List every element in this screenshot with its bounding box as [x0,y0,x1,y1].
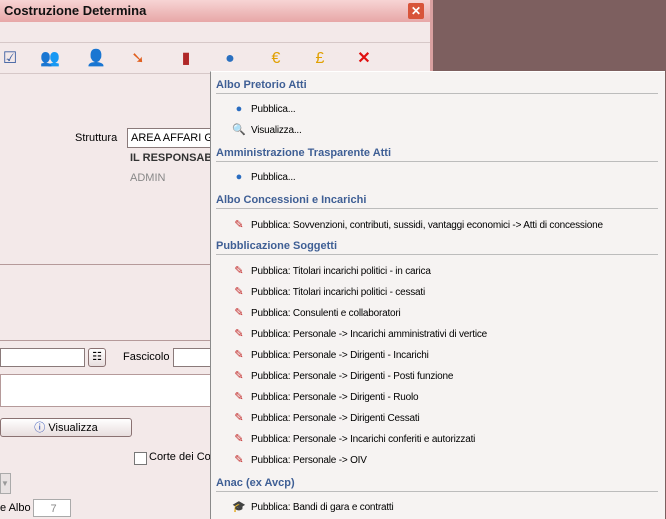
corte-label: Corte dei Co [149,451,211,463]
item-label: Pubblica: Personale -> Incarichi conferi… [251,434,476,445]
fascicolo-field[interactable] [173,348,213,367]
menu-item-soggetti[interactable]: ✎ Pubblica: Consulenti e collaboratori [231,304,401,322]
edit-icon: ✎ [234,265,244,277]
section-header: Amministrazione Trasparente Atti [216,147,658,162]
menu-item-soggetti[interactable]: ✎ Pubblica: Personale -> Dirigenti Cessat… [231,409,419,427]
pound-coin-icon[interactable]: £ [310,49,330,69]
edit-icon: ✎ [234,454,244,466]
item-label: Pubblica... [251,104,296,115]
item-label: Pubblica: Personale -> OIV [251,455,367,466]
item-label: Pubblica: Personale -> Dirigenti - Posti… [251,371,454,382]
publish-icon: ● [235,171,243,183]
edit-icon: ✎ [234,349,244,361]
graduation-cap-icon: 🎓 [232,501,246,513]
albo-field[interactable]: 7 [33,499,71,517]
edit-icon: ✎ [234,328,244,340]
edit-icon: ✎ [234,370,244,382]
menu-item-soggetti[interactable]: ✎ Pubblica: Personale -> Dirigenti - Post… [231,367,453,385]
menu-item-soggetti[interactable]: ✎ Pubblica: Personale -> Incarichi ammini… [231,325,487,343]
edit-icon: ✎ [234,286,244,298]
edit-icon: ✎ [234,307,244,319]
publish-icon[interactable]: ● [220,49,240,69]
edit-icon: ✎ [234,219,244,231]
item-label: Pubblica: Personale -> Dirigenti - Ruolo [251,392,419,403]
document-arrow-icon[interactable]: ➘ [128,49,148,69]
edit-icon: ✎ [234,391,244,403]
fascicolo-label: Fascicolo [123,351,170,363]
classification-field[interactable] [0,348,85,367]
item-label: Visualizza... [251,125,302,136]
menu-item-soggetti[interactable]: ✎ Pubblica: Personale -> OIV [231,451,367,469]
menu-item-anac[interactable]: 🎓 Pubblica: Bandi di gara e contratti [231,498,394,516]
item-label: Pubblica: Titolari incarichi politici - … [251,266,431,277]
section-header: Albo Concessioni e Incarichi [216,194,658,209]
section-header: Pubblicazione Soggetti [216,240,658,255]
visualizza-label: Visualizza [48,422,98,434]
publish-dropdown-menu: Albo Pretorio Atti ● Pubblica... 🔍 Visuali… [210,71,665,519]
close-button[interactable]: ✕ [408,3,424,19]
menu-item-soggetti[interactable]: ✎ Pubblica: Personale -> Dirigenti - Inca… [231,346,429,364]
item-label: Pubblica: Personale -> Dirigenti - Incar… [251,350,429,361]
edit-icon: ✎ [234,412,244,424]
menu-item-albo-visualizza[interactable]: 🔍 Visualizza... [231,121,302,139]
item-label: Pubblica: Personale -> Dirigenti Cessati [251,413,420,424]
publish-icon: ● [235,103,243,115]
item-label: Pubblica... [251,172,296,183]
dropdown-arrow-icon[interactable]: ▼ [0,473,11,494]
item-label: Pubblica: Consulenti e collaboratori [251,308,401,319]
menu-item-soggetti[interactable]: ✎ Pubblica: Personale -> Dirigenti - Ruol… [231,388,418,406]
menu-item-soggetti[interactable]: ✎ Pubblica: Titolari incarichi politici -… [231,262,431,280]
corte-checkbox[interactable] [134,452,147,465]
albo-label: e Albo [0,502,31,514]
toolbar: ☑ 👥 👤 ➘ ▮ ● € £ ✕ [0,43,430,74]
admin-label: ADMIN [130,172,166,184]
view-icon: 🔍 [232,124,246,136]
section-header: Anac (ex Avcp) [216,477,658,492]
menu-item-soggetti[interactable]: ✎ Pubblica: Personale -> Incarichi confer… [231,430,475,448]
section-header: Albo Pretorio Atti [216,79,658,94]
euro-coin-icon[interactable]: € [266,49,286,69]
item-label: Pubblica: Sovvenzioni, contributi, sussi… [251,220,603,231]
struttura-label: Struttura [75,132,118,144]
menu-bar [0,22,430,43]
visualizza-button[interactable]: ⓘ Visualizza [0,418,132,437]
tree-picker-button[interactable]: ☷ [88,348,106,367]
title-bar: Costruzione Determina ✕ [0,0,430,22]
item-label: Pubblica: Personale -> Incarichi amminis… [251,329,487,340]
users-check-icon[interactable]: 👥 [40,49,60,69]
item-label: Pubblica: Titolari incarichi politici - … [251,287,426,298]
delete-icon[interactable]: ✕ [354,49,374,69]
item-label: Pubblica: Bandi di gara e contratti [251,502,394,513]
edit-icon: ✎ [234,433,244,445]
menu-item-trasparente-pubblica[interactable]: ● Pubblica... [231,168,296,186]
window-title: Costruzione Determina [4,3,147,18]
struttura-field[interactable]: AREA AFFARI GI [127,128,217,148]
binder-icon[interactable]: ▮ [176,49,196,69]
menu-item-albo-pubblica[interactable]: ● Pubblica... [231,100,296,118]
checklist-icon[interactable]: ☑ [0,49,20,69]
menu-item-concessioni[interactable]: ✎ Pubblica: Sovvenzioni, contributi, suss… [231,216,603,234]
menu-item-soggetti[interactable]: ✎ Pubblica: Titolari incarichi politici -… [231,283,425,301]
responsabile-label: IL RESPONSAB [130,152,213,164]
user-disabled-icon[interactable]: 👤 [86,49,106,69]
info-icon: ⓘ [34,422,46,434]
